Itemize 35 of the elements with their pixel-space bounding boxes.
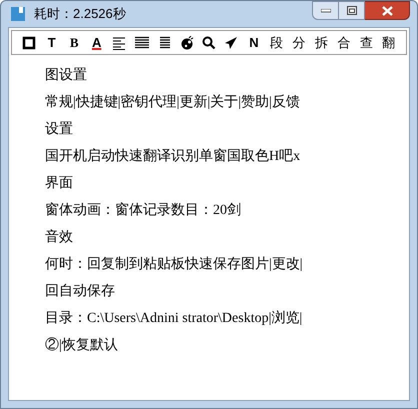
toolbar-button[interactable]: 查 bbox=[355, 32, 378, 52]
square-icon bbox=[22, 36, 36, 50]
window-title: 耗时：2.2526秒 bbox=[34, 5, 126, 24]
text-line: 目录：C:\Users\Adnini strator\Desktop|浏览| bbox=[45, 309, 302, 328]
close-button[interactable] bbox=[365, 1, 410, 20]
minimize-button[interactable] bbox=[312, 1, 339, 20]
text-line: ②|恢复默认 bbox=[45, 336, 118, 355]
text-line: 回自动保存 bbox=[45, 282, 115, 301]
text-line: 设置 bbox=[45, 120, 73, 139]
toolbar-button[interactable]: 拆 bbox=[310, 32, 333, 52]
toolbar-button[interactable]: 分 bbox=[288, 32, 310, 52]
text-line: 窗体动画：窗体记录数目：20剑 bbox=[45, 201, 241, 220]
text-line: 界面 bbox=[45, 175, 73, 193]
toolbar-button[interactable]: T bbox=[40, 32, 63, 52]
align-right-icon bbox=[157, 36, 172, 50]
minimize-icon bbox=[320, 8, 330, 12]
app-icon bbox=[10, 6, 26, 22]
toolbar-button[interactable]: 段 bbox=[265, 32, 288, 52]
restore-icon bbox=[346, 6, 356, 15]
close-icon bbox=[382, 6, 392, 16]
toolbar-button[interactable]: A bbox=[85, 32, 108, 52]
toolbar-button[interactable]: N bbox=[242, 32, 266, 52]
text-line: 常规|快捷键|密钥代理|更新|关于|赞助|反馈 bbox=[45, 93, 300, 112]
maximize-button[interactable] bbox=[339, 1, 365, 20]
toolbar-button[interactable]: B bbox=[62, 32, 86, 52]
text-line: 国开机启动快速翻译识别单窗国取色H吧x bbox=[45, 147, 300, 166]
justify-icon bbox=[134, 36, 149, 50]
text-line: 图设置 bbox=[45, 66, 87, 85]
text-line: 何时：回复制到粘贴板快速保存图片|更改| bbox=[45, 256, 303, 274]
toolbar-button[interactable]: 合 bbox=[332, 32, 356, 52]
text-line: 音效 bbox=[45, 228, 73, 247]
search-icon bbox=[202, 36, 216, 50]
toolbar-button[interactable]: 翻 bbox=[378, 32, 400, 52]
send-icon bbox=[224, 36, 238, 50]
align-left-icon bbox=[112, 36, 126, 50]
